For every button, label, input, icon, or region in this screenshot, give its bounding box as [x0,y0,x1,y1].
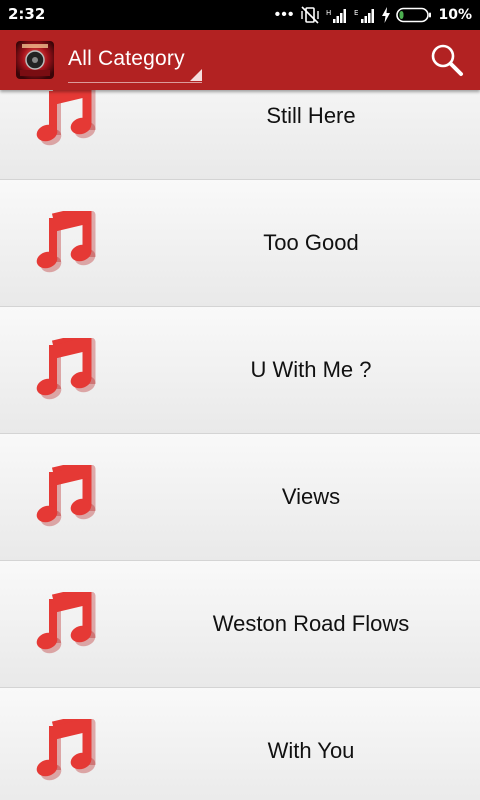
music-note-icon [32,586,96,656]
svg-text:E: E [354,9,358,17]
category-dropdown[interactable]: All Category [68,47,185,71]
vibrate-off-icon [301,6,320,24]
music-note-icon [32,713,96,783]
music-note-icon [32,459,96,529]
song-row[interactable]: U With Me ? [0,307,480,434]
album-logo-icon[interactable] [16,41,54,79]
signal-icon: H [326,9,347,23]
song-title: With You [267,738,355,763]
battery-icon [396,7,432,23]
song-row[interactable]: Weston Road Flows [0,561,480,688]
status-time: 2:32 [8,5,46,23]
search-icon[interactable] [430,43,464,77]
song-title: Views [281,484,341,509]
status-bar: 2:32 ••• H E 10% [0,0,480,30]
status-icons: ••• H E 10% [275,3,472,27]
song-title: Too Good [263,230,359,255]
song-title: U With Me ? [250,357,372,382]
song-title: Weston Road Flows [212,611,410,636]
song-row[interactable]: Views [0,434,480,561]
music-note-icon [32,90,96,148]
song-title: Still Here [266,103,356,128]
dropdown-underline [68,82,202,83]
dropdown-caret-icon[interactable] [190,69,202,81]
svg-text:H: H [326,9,331,17]
more-notifications-icon: ••• [274,6,295,23]
song-row[interactable]: With You [0,688,480,800]
music-note-icon [32,332,96,402]
song-row[interactable]: Still Here [0,90,480,180]
battery-percent: 10% [438,7,472,23]
song-row[interactable]: Too Good [0,180,480,307]
signal-icon: E [354,9,375,23]
song-list[interactable]: Still Here Too Good U With Me ? Views We… [0,90,480,800]
music-note-icon [32,205,96,275]
charging-icon [382,7,391,23]
app-bar: All Category [0,30,480,90]
